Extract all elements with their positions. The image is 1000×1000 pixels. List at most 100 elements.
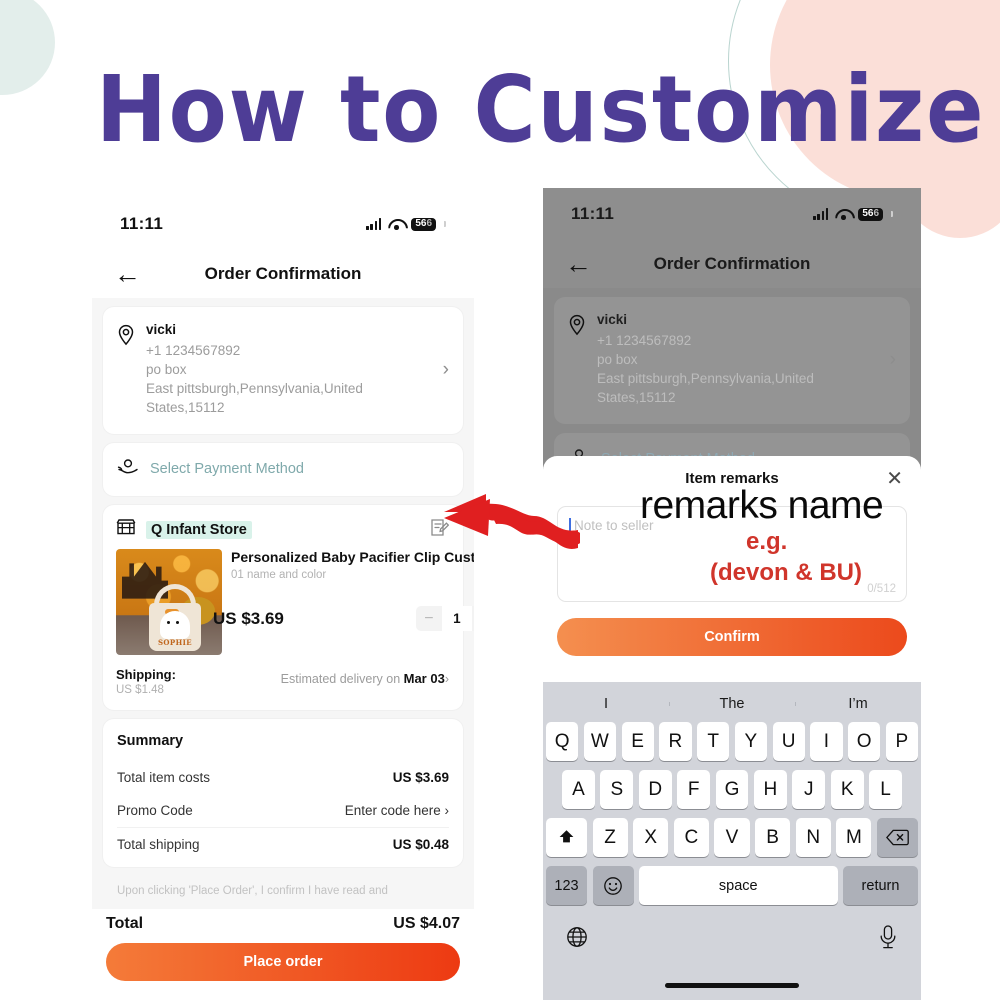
checkout-footer: Total US $4.07 Place order bbox=[92, 908, 474, 993]
return-key[interactable]: return bbox=[843, 866, 918, 905]
battery-icon: 56 6 bbox=[411, 217, 436, 231]
address-line2: East pittsburgh,Pennsylvania,United bbox=[597, 371, 814, 387]
prediction-2[interactable]: The bbox=[669, 696, 795, 712]
delivery-chevron-icon: › bbox=[444, 671, 449, 686]
battery-cap bbox=[444, 221, 446, 227]
key-y[interactable]: Y bbox=[734, 722, 767, 761]
nav-bar: ← Order Confirmation bbox=[543, 240, 921, 288]
chevron-right-icon[interactable]: › bbox=[443, 359, 449, 381]
qty-decrease-button[interactable]: − bbox=[415, 606, 442, 632]
total-label: Total bbox=[106, 914, 144, 932]
space-key[interactable]: space bbox=[639, 866, 838, 905]
address-line2: East pittsburgh,Pennsylvania,United bbox=[146, 381, 363, 397]
wifi-icon bbox=[388, 218, 404, 230]
address-card[interactable]: vicki +1 1234567892 po box East pittsbur… bbox=[103, 307, 463, 434]
address-name: vicki bbox=[146, 322, 177, 337]
chevron-right-icon[interactable]: › bbox=[890, 349, 896, 371]
payment-hand-coin-icon bbox=[117, 458, 141, 481]
product-thumb-name: SOPHIE bbox=[157, 637, 193, 647]
address-card[interactable]: vicki +1 1234567892 po box East pittsbur… bbox=[554, 297, 910, 424]
key-i[interactable]: I bbox=[810, 722, 843, 761]
location-pin-icon bbox=[567, 312, 589, 341]
key-h[interactable]: H bbox=[753, 770, 787, 809]
key-l[interactable]: L bbox=[869, 770, 903, 809]
place-order-button[interactable]: Place order bbox=[106, 942, 460, 981]
key-a[interactable]: A bbox=[562, 770, 595, 809]
summary-row-shipping: Total shipping US $0.48 bbox=[117, 826, 449, 861]
key-u[interactable]: U bbox=[772, 722, 805, 761]
address-name: vicki bbox=[597, 312, 628, 327]
qty-increase-button[interactable]: + bbox=[471, 606, 474, 632]
key-s[interactable]: S bbox=[600, 770, 634, 809]
status-bar: 11:11 56 6 bbox=[92, 198, 474, 250]
key-m[interactable]: M bbox=[836, 818, 872, 857]
status-time: 11:11 bbox=[571, 204, 615, 223]
numeric-key[interactable]: 123 bbox=[546, 866, 587, 905]
battery-level: 56 bbox=[415, 218, 427, 229]
location-pin-icon bbox=[116, 322, 138, 351]
key-c[interactable]: C bbox=[673, 818, 709, 857]
wifi-icon bbox=[835, 208, 851, 220]
key-e[interactable]: E bbox=[621, 722, 654, 761]
microphone-icon[interactable] bbox=[877, 924, 899, 955]
store-header[interactable]: Q Infant Store bbox=[103, 505, 463, 549]
key-p[interactable]: P bbox=[885, 722, 918, 761]
right-phone-screen: 11:11 56 6 ← Order Confirmation vicki +1 … bbox=[543, 188, 921, 1000]
emoji-smiley-icon[interactable] bbox=[592, 866, 634, 905]
key-n[interactable]: N bbox=[795, 818, 831, 857]
summary-label: Total shipping bbox=[117, 836, 200, 852]
scroll-content: vicki +1 1234567892 po box East pittsbur… bbox=[92, 298, 474, 909]
keyboard-row-2: A S D F G H J K L bbox=[543, 770, 921, 809]
backspace-delete-icon[interactable] bbox=[876, 818, 918, 857]
key-q[interactable]: Q bbox=[546, 722, 579, 761]
annotation-example: (devon & BU) bbox=[710, 559, 862, 586]
address-line3: States,15112 bbox=[146, 400, 225, 416]
key-t[interactable]: T bbox=[697, 722, 730, 761]
summary-row-item-costs: Total item costs US $3.69 bbox=[117, 761, 449, 794]
status-icons: 56 6 bbox=[366, 217, 446, 231]
annotation-remarks-name: remarks name bbox=[640, 484, 884, 527]
red-wavy-arrow-left-icon bbox=[430, 490, 583, 565]
product-thumbnail: SOPHIE bbox=[116, 548, 222, 655]
delivery-estimate[interactable]: Estimated delivery on Mar 03› bbox=[281, 667, 449, 686]
confirm-button[interactable]: Confirm bbox=[557, 618, 907, 656]
address-phone: +1 1234567892 bbox=[597, 333, 692, 348]
back-arrow-icon[interactable]: ← bbox=[114, 260, 141, 288]
key-f[interactable]: F bbox=[677, 770, 711, 809]
key-r[interactable]: R bbox=[659, 722, 692, 761]
key-v[interactable]: V bbox=[714, 818, 750, 857]
summary-value: US $0.48 bbox=[392, 836, 449, 852]
shipping-row[interactable]: Shipping: US $1.48 Estimated delivery on… bbox=[103, 659, 463, 710]
close-x-icon[interactable]: ✕ bbox=[886, 469, 903, 489]
address-line3: States,15112 bbox=[597, 390, 676, 406]
prediction-1[interactable]: I bbox=[543, 696, 669, 712]
key-b[interactable]: B bbox=[755, 818, 791, 857]
shift-up-arrow-icon[interactable] bbox=[546, 818, 587, 857]
decorative-mint-circle bbox=[0, 0, 55, 95]
key-o[interactable]: O bbox=[848, 722, 881, 761]
status-icons: 56 6 bbox=[813, 207, 893, 221]
cellular-bars-icon bbox=[366, 218, 382, 230]
promo-code-link[interactable]: Enter code here › bbox=[345, 803, 449, 818]
payment-method-row[interactable]: Select Payment Method bbox=[103, 442, 463, 496]
address-phone: +1 1234567892 bbox=[146, 343, 241, 358]
page-header-title: Order Confirmation bbox=[204, 264, 362, 283]
address-line1: po box bbox=[146, 362, 187, 378]
summary-row-promo[interactable]: Promo Code Enter code here › bbox=[117, 794, 449, 827]
globe-language-icon[interactable] bbox=[565, 925, 589, 954]
key-w[interactable]: W bbox=[583, 722, 616, 761]
key-j[interactable]: J bbox=[792, 770, 826, 809]
back-arrow-icon[interactable]: ← bbox=[565, 250, 592, 278]
store-item-card: Q Infant Store SOPHIE Personalized Baby … bbox=[103, 504, 474, 710]
key-k[interactable]: K bbox=[830, 770, 864, 809]
quantity-stepper[interactable]: − 1 + bbox=[415, 606, 474, 632]
key-g[interactable]: G bbox=[715, 770, 749, 809]
product-row[interactable]: SOPHIE Personalized Baby Pacifier Clip C… bbox=[103, 548, 474, 659]
shipping-label: Shipping: bbox=[116, 666, 176, 682]
key-x[interactable]: X bbox=[633, 818, 669, 857]
qty-value[interactable]: 1 bbox=[441, 606, 472, 632]
storefront-icon bbox=[116, 518, 138, 541]
prediction-3[interactable]: I’m bbox=[795, 696, 921, 712]
key-d[interactable]: D bbox=[638, 770, 672, 809]
key-z[interactable]: Z bbox=[592, 818, 628, 857]
